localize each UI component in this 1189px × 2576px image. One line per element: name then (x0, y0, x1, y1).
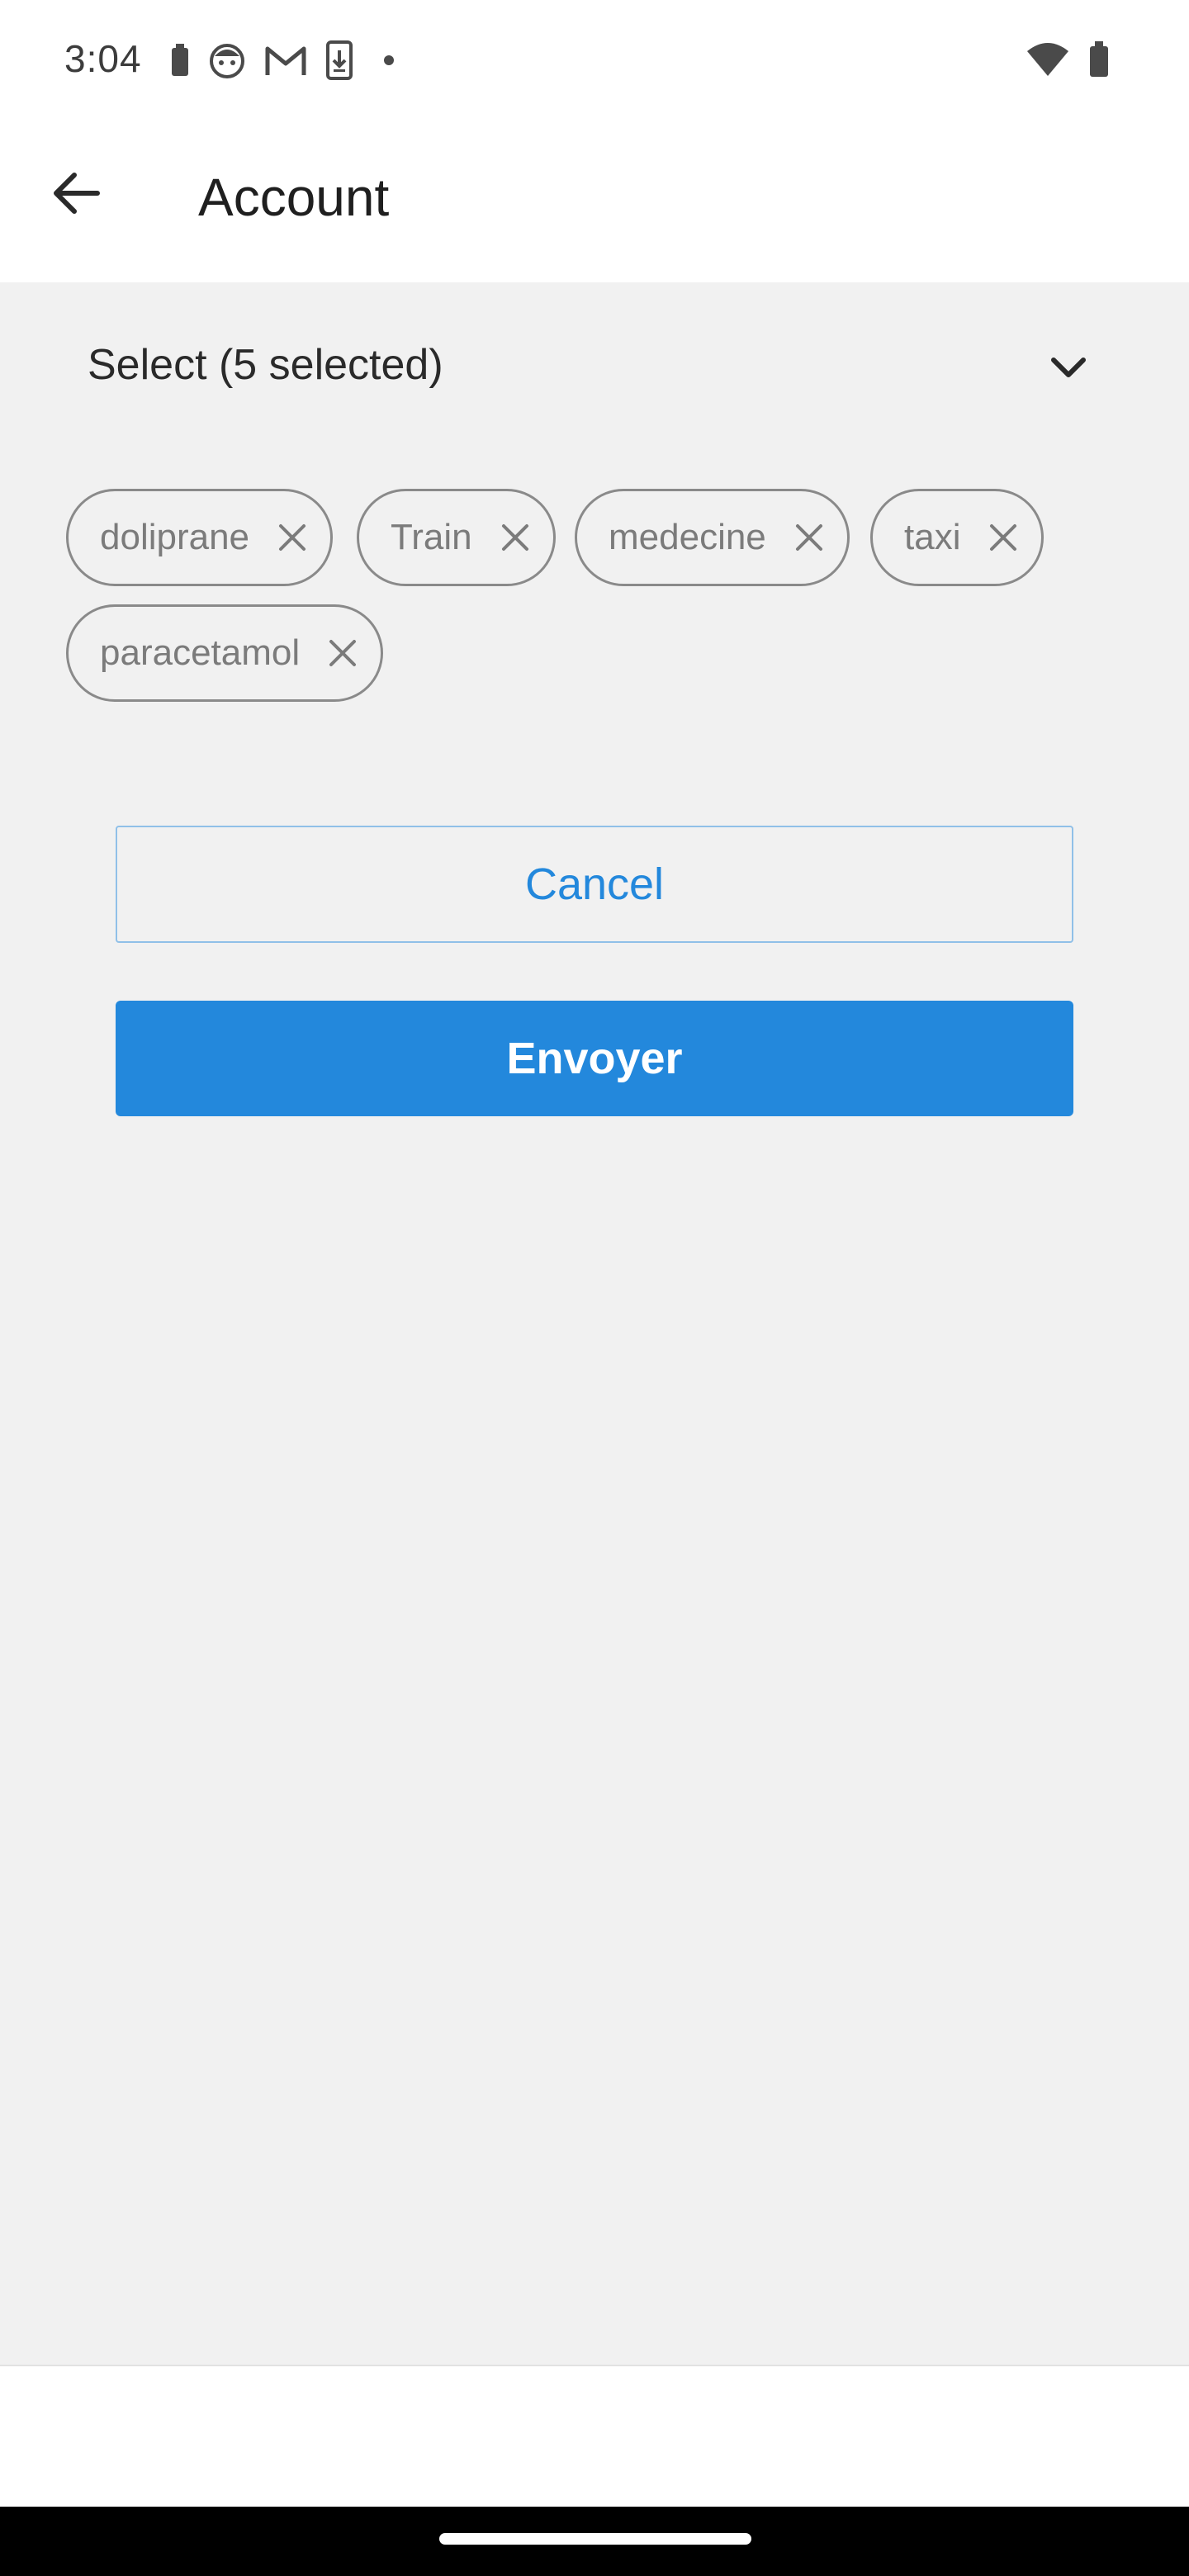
chip-label: medecine (609, 517, 766, 557)
status-icons-right (1007, 36, 1110, 83)
chip-label: doliprane (100, 517, 250, 557)
chip-paracetamol: paracetamol (66, 604, 384, 702)
select-label: Select (5 selected) (88, 341, 443, 389)
status-bar: 3:04 (0, 0, 1189, 121)
battery-icon (1088, 40, 1110, 78)
back-button[interactable] (36, 154, 116, 233)
close-icon[interactable] (791, 519, 827, 556)
close-icon[interactable] (985, 519, 1021, 556)
wifi-icon (1026, 41, 1070, 78)
cancel-button[interactable]: Cancel (116, 826, 1073, 943)
chip-taxi: taxi (870, 489, 1045, 586)
dot-icon (383, 54, 395, 66)
chip-label: paracetamol (100, 632, 301, 673)
navigation-bar (0, 2507, 1189, 2576)
chevron-down-icon[interactable] (1042, 342, 1095, 395)
close-icon[interactable] (497, 519, 533, 556)
select-dropdown[interactable]: Select (5 selected) (0, 282, 1189, 456)
phone-download-icon (325, 40, 353, 80)
send-button[interactable]: Envoyer (116, 1001, 1073, 1116)
battery-saver-icon (170, 43, 190, 78)
chip-label: Train (391, 517, 472, 557)
chip-train: Train (357, 489, 556, 586)
page-title: Account (198, 168, 390, 227)
app-bar: Account (0, 121, 1189, 282)
bottom-area (0, 2365, 1189, 2507)
face-icon (208, 41, 246, 79)
close-icon[interactable] (324, 635, 361, 671)
arrow-left-icon (51, 172, 101, 215)
status-icons-left (170, 38, 413, 83)
home-handle[interactable] (439, 2533, 751, 2545)
chip-label: taxi (904, 517, 961, 557)
chip-doliprane: doliprane (66, 489, 334, 586)
close-icon[interactable] (274, 519, 310, 556)
status-time: 3:04 (64, 37, 142, 80)
gmail-icon (264, 44, 307, 77)
chip-medecine: medecine (575, 489, 850, 586)
content-area: Select (5 selected) doliprane Train mede… (0, 282, 1189, 2365)
